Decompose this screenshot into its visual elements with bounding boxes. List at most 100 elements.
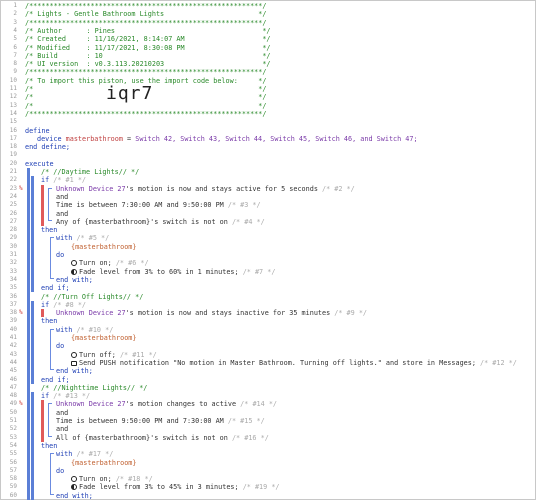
code-token: Fade level from 3% to 60% in 1 minutes; (79, 267, 239, 276)
code-line[interactable]: 36 /* //Turn Off Lights// */ (1, 293, 535, 301)
line-number: 41 (9, 334, 17, 341)
code-line[interactable]: 8 /* UI version : v0.3.113.20210203 */ (1, 60, 535, 68)
condition-bracket (48, 403, 52, 437)
code-line[interactable]: 1 /**************************************… (1, 2, 535, 10)
code-line[interactable]: 3 /**************************************… (1, 19, 535, 27)
code-line[interactable]: 10/* To import this piston, use the impo… (1, 77, 535, 85)
code-line[interactable]: 9 /**************************************… (1, 68, 535, 76)
line-number: 56 (9, 458, 17, 466)
code-line[interactable]: 17 device masterbathroom = Switch 42, Swi… (1, 135, 535, 143)
code-line[interactable]: 46 end if; (1, 376, 535, 384)
code-line[interactable]: 20 execute (1, 160, 535, 168)
line-number: 25 (9, 201, 17, 209)
code-line[interactable]: 44 Send PUSH notification "No motion in M… (1, 359, 535, 367)
code-line[interactable]: 5 /* Created : 11/16/2021, 8:14:07 AM */ (1, 35, 535, 43)
code-line[interactable]: 60 end with; (1, 492, 535, 500)
code-text: /* //Nighttime Lights// */ (41, 384, 147, 392)
with-bracket (50, 237, 54, 279)
code-text: and (56, 425, 68, 433)
code-line[interactable]: 19 (1, 151, 535, 159)
code-token: /* #6 */ (115, 259, 149, 268)
code-line[interactable]: 37 if /* #8 */ (1, 301, 535, 309)
line-number: 32 (9, 259, 17, 267)
code-token: and (56, 192, 69, 201)
code-line[interactable]: 59 Fade level from 3% to 45% in 3 minutes… (1, 483, 535, 491)
code-token: and (56, 408, 69, 417)
code-token: /* #9 */ (334, 309, 368, 318)
code-line[interactable]: 57 do (1, 467, 535, 475)
line-number: 34 (9, 275, 17, 283)
code-line[interactable]: 14 /*************************************… (1, 110, 535, 118)
code-line[interactable]: 7 /* Build : 10 */ (1, 52, 535, 60)
line-number: 12 (9, 93, 17, 101)
code-token: end with; (56, 367, 93, 376)
code-line[interactable]: 30 {masterbathroom} (1, 243, 535, 251)
code-token: 's motion is now and stays inactive for … (125, 309, 331, 318)
code-text: Turn off; /* #11 */ (71, 351, 157, 359)
code-line[interactable]: 51 Time is between 9:50:00 PM and 7:30:00… (1, 417, 535, 425)
code-text: Turn on; /* #18 */ (71, 475, 153, 483)
code-line[interactable]: 39 then (1, 317, 535, 325)
code-line[interactable]: 28 then (1, 226, 535, 234)
with-bracket (50, 328, 54, 371)
power-icon (71, 476, 77, 483)
code-token: /* #11 */ (119, 350, 157, 359)
code-text: /* UI version : v0.3.113.20210203 */ (25, 60, 271, 68)
code-line[interactable]: 48 if /* #13 */ (1, 392, 535, 400)
code-line[interactable]: 6 /* Modified : 11/17/2021, 8:30:08 PM */ (1, 44, 535, 52)
code-line[interactable]: 45 end with; (1, 367, 535, 375)
code-line[interactable]: 38% Unknown Device 27's motion is now and… (1, 309, 535, 317)
line-number: 21 (9, 168, 17, 175)
code-line[interactable]: 42 do (1, 342, 535, 350)
code-line[interactable]: 24 and (1, 193, 535, 201)
code-line[interactable]: 16 define (1, 127, 535, 135)
code-line[interactable]: 32 Turn on; /* #6 */ (1, 259, 535, 267)
line-number: 11 (9, 85, 17, 92)
code-line[interactable]: 53 All of {masterbathroom}'s switch is no… (1, 434, 535, 442)
code-token: Switch 42, Switch 43, Switch 44, Switch … (135, 134, 418, 143)
code-line[interactable]: 26 and (1, 210, 535, 218)
line-number: 33 (9, 267, 17, 275)
code-text: and (56, 193, 68, 201)
code-line[interactable]: 18 end define; (1, 143, 535, 151)
code-line[interactable]: 11/* */ (1, 85, 535, 93)
code-token: do (56, 466, 65, 475)
code-token: /* #16 */ (231, 433, 269, 442)
code-line[interactable]: 31 do (1, 251, 535, 259)
code-line[interactable]: 50 and (1, 409, 535, 417)
code-line[interactable]: 54 then (1, 442, 535, 450)
code-line[interactable]: 4 /* Author : Pines */ (1, 27, 535, 35)
if-block-bar (31, 392, 34, 500)
code-line[interactable]: 35 end if; (1, 284, 535, 292)
code-token: {masterbathroom} (71, 334, 137, 342)
code-line[interactable]: 52 and (1, 425, 535, 433)
code-line[interactable]: 43 Turn off; /* #11 */ (1, 351, 535, 359)
code-line[interactable]: 15 (1, 118, 535, 126)
code-line[interactable]: 12/* */ (1, 93, 535, 101)
code-text: Turn on; /* #6 */ (71, 259, 149, 267)
code-line[interactable]: 49% Unknown Device 27's motion changes to… (1, 400, 535, 408)
code-line[interactable]: 22 if /* #1 */ (1, 176, 535, 184)
code-line[interactable]: 55 with /* #17 */ (1, 450, 535, 458)
code-line[interactable]: 27 Any of {masterbathroom}'s switch is no… (1, 218, 535, 226)
code-line[interactable]: 13/* */ (1, 102, 535, 110)
code-line[interactable]: 29 with /* #5 */ (1, 234, 535, 242)
code-line[interactable]: 21 /* //Daytime Lights// */ (1, 168, 535, 176)
code-line[interactable]: 56 {masterbathroom} (1, 459, 535, 467)
code-line[interactable]: 34 end with; (1, 276, 535, 284)
code-line[interactable]: 23% Unknown Device 27's motion is now and… (1, 185, 535, 193)
code-token: {masterbathroom} (71, 242, 137, 251)
code-line[interactable]: 33 Fade level from 3% to 60% in 1 minutes… (1, 268, 535, 276)
line-number: 54 (9, 441, 17, 449)
code-line[interactable]: 2 /* Lights - Gentle Bathroom Lights */ (1, 10, 535, 18)
code-text: Unknown Device 27's motion is now and st… (56, 185, 355, 193)
line-number: 2 (13, 10, 17, 18)
code-line[interactable]: 47 /* //Nighttime Lights// */ (1, 384, 535, 392)
code-line[interactable]: 25 Time is between 7:30:00 AM and 9:50:00… (1, 201, 535, 209)
line-number: 55 (9, 450, 17, 458)
code-text: Unknown Device 27's motion changes to ac… (56, 400, 277, 408)
code-line[interactable]: 58 Turn on; /* #18 */ (1, 475, 535, 483)
code-line[interactable]: 41 {masterbathroom} (1, 334, 535, 342)
code-line[interactable]: 40 with /* #10 */ (1, 326, 535, 334)
code-token: with (56, 325, 73, 334)
